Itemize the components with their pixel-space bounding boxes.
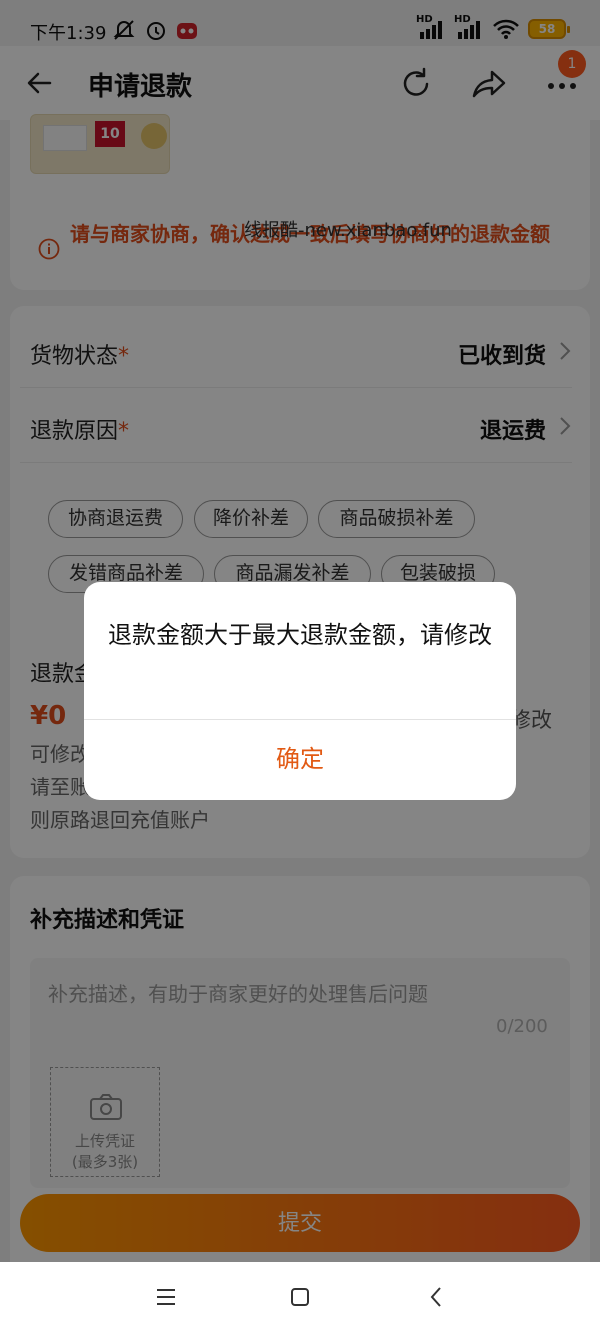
home-icon[interactable] — [289, 1286, 311, 1308]
dialog-message: 退款金额大于最大退款金额，请修改 — [108, 621, 492, 649]
menu-icon[interactable] — [154, 1286, 178, 1308]
back-icon[interactable] — [428, 1285, 444, 1309]
confirm-button[interactable]: 确定 — [84, 720, 516, 800]
system-nav-bar — [0, 1262, 600, 1333]
error-dialog: 退款金额大于最大退款金额，请修改 确定 — [84, 582, 516, 800]
